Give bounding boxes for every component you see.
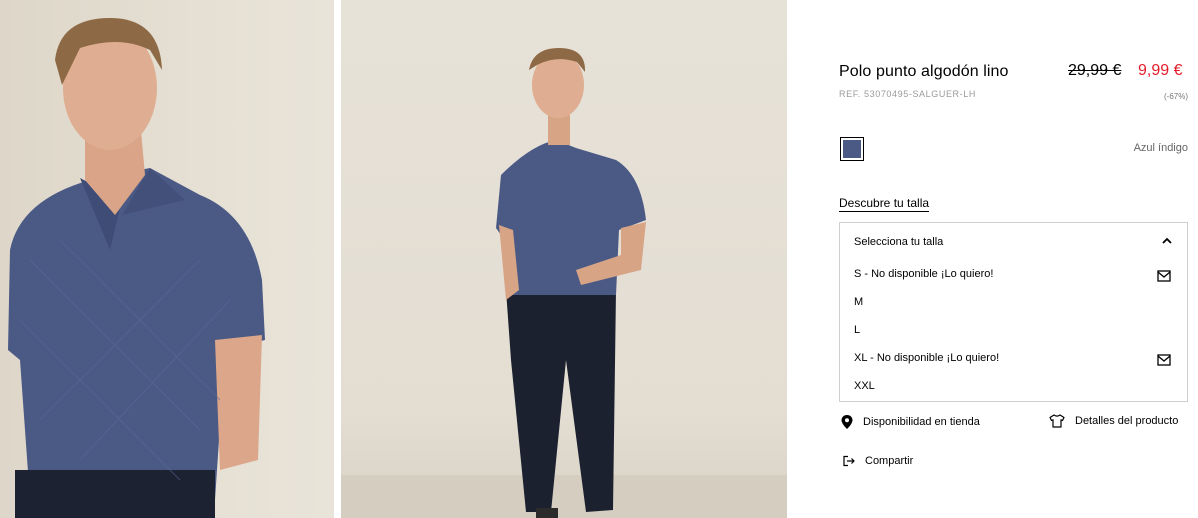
tshirt-icon bbox=[1049, 414, 1065, 428]
size-guide-link[interactable]: Descubre tu talla bbox=[839, 196, 930, 212]
discount-badge: (-67%) bbox=[1163, 92, 1188, 101]
share-icon bbox=[843, 455, 855, 467]
size-selector-header[interactable]: Selecciona tu talla bbox=[854, 236, 943, 248]
product-photo-fullbody[interactable] bbox=[341, 0, 787, 518]
size-option-l[interactable]: L bbox=[854, 324, 860, 336]
store-availability-label: Disponibilidad en tienda bbox=[863, 416, 980, 428]
mail-icon[interactable] bbox=[1157, 270, 1171, 282]
mail-icon[interactable] bbox=[1157, 354, 1171, 366]
original-price: 29,99 € bbox=[1068, 62, 1122, 79]
product-reference: REF. 53070495-SALGUER-LH bbox=[839, 89, 976, 99]
product-details-label: Detalles del producto bbox=[1075, 415, 1179, 427]
color-swatch-fill bbox=[843, 140, 861, 158]
share-label: Compartir bbox=[865, 455, 914, 467]
size-option-xl[interactable]: XL - No disponible ¡Lo quiero! bbox=[854, 352, 999, 364]
sale-price: 9,99 € bbox=[1138, 62, 1183, 79]
size-option-s[interactable]: S - No disponible ¡Lo quiero! bbox=[854, 268, 993, 280]
color-name: Azul índigo bbox=[1133, 142, 1188, 154]
product-details-button[interactable]: Detalles del producto bbox=[1049, 414, 1178, 428]
location-pin-icon bbox=[841, 415, 853, 429]
size-option-xxl[interactable]: XXL bbox=[854, 380, 875, 392]
color-swatch[interactable] bbox=[840, 137, 864, 161]
store-availability-button[interactable]: Disponibilidad en tienda bbox=[841, 415, 980, 429]
product-photo-closeup[interactable] bbox=[0, 0, 334, 518]
model-closeup-illustration bbox=[8, 18, 265, 518]
product-info-panel: Polo punto algodón lino REF. 53070495-SA… bbox=[787, 0, 1198, 518]
model-fullbody-illustration bbox=[341, 48, 787, 518]
chevron-up-icon[interactable] bbox=[1160, 234, 1174, 248]
share-button[interactable]: Compartir bbox=[843, 455, 913, 467]
size-selector[interactable]: Selecciona tu talla S - No disponible ¡L… bbox=[839, 222, 1188, 402]
product-title: Polo punto algodón lino bbox=[839, 63, 1009, 80]
size-option-m[interactable]: M bbox=[854, 296, 863, 308]
